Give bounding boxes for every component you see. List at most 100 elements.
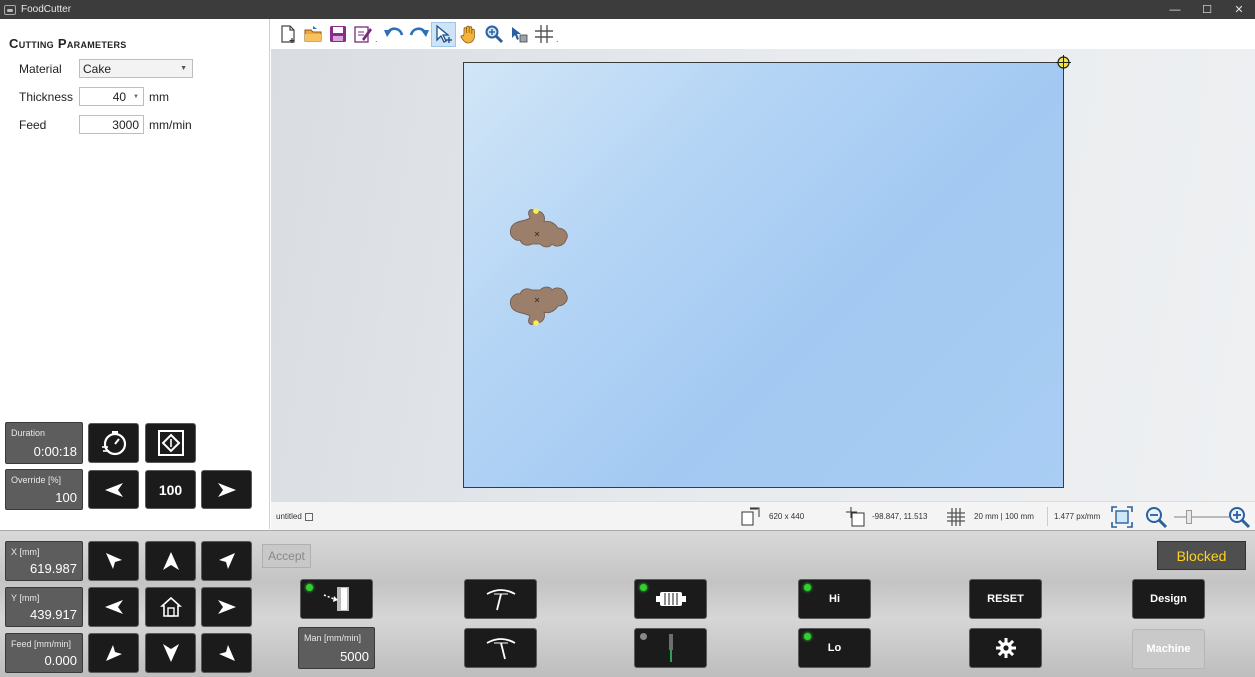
- node-edit-icon[interactable]: [506, 22, 531, 47]
- settings-button[interactable]: [969, 628, 1042, 668]
- material-label: Material: [19, 61, 62, 76]
- document-icon: [304, 512, 313, 521]
- fit-page-icon: [1111, 505, 1133, 528]
- y-label: Y [mm]: [11, 593, 40, 603]
- app-logo-icon: [4, 4, 16, 15]
- thickness-value: 40: [112, 89, 127, 104]
- start-button[interactable]: [145, 423, 196, 463]
- arrow-up-icon: [162, 552, 179, 570]
- feed-input[interactable]: 3000: [79, 115, 144, 134]
- zoom-out-button[interactable]: [1144, 502, 1168, 531]
- cutting-board[interactable]: [463, 62, 1064, 488]
- tool-down-button[interactable]: [464, 628, 537, 668]
- motor-icon: [655, 592, 686, 606]
- jog-down-button[interactable]: [145, 633, 196, 673]
- title-bar: FoodCutter — ☐ ✕: [0, 0, 1255, 19]
- fit-to-page-button[interactable]: [1110, 502, 1134, 531]
- override-reset-button[interactable]: 100: [145, 470, 196, 509]
- design-canvas[interactable]: [271, 49, 1255, 501]
- cursor-position-icon: [846, 506, 865, 526]
- maximize-button[interactable]: ☐: [1191, 0, 1223, 19]
- pan-hand-icon[interactable]: [456, 22, 481, 47]
- minimize-button[interactable]: —: [1159, 0, 1191, 19]
- x-label: X [mm]: [11, 547, 40, 557]
- thickness-input[interactable]: 40 ▼: [79, 87, 144, 106]
- redo-icon[interactable]: [406, 22, 431, 47]
- door-status-led: [306, 584, 313, 591]
- save-icon[interactable]: [325, 22, 350, 47]
- start-diamond-icon: [157, 430, 184, 456]
- duration-label: Duration: [11, 428, 46, 438]
- motor-button[interactable]: [634, 579, 707, 619]
- manual-feed-value: 5000: [340, 649, 369, 664]
- scale-value: 1.477 px/mm: [1054, 512, 1101, 521]
- tool-up-icon: [486, 589, 515, 611]
- jog-up-button[interactable]: [145, 541, 196, 581]
- door-button[interactable]: [300, 579, 373, 619]
- machine-feed-label: Feed [mm/min]: [11, 639, 72, 649]
- simulate-button[interactable]: [88, 423, 139, 463]
- override-readout: Override [%] 100: [5, 469, 83, 510]
- zoom-slider[interactable]: [1174, 502, 1229, 531]
- spindle-blade-icon: [668, 634, 673, 662]
- machine-feed-value: 0.000: [44, 653, 77, 668]
- jog-up-right-button[interactable]: [201, 541, 252, 581]
- new-file-icon[interactable]: [275, 22, 300, 47]
- gear-icon: [995, 638, 1016, 658]
- duration-value: 0:00:18: [33, 444, 77, 459]
- select-pointer-icon[interactable]: [431, 21, 456, 47]
- override-increase-button[interactable]: [201, 470, 252, 509]
- lo-label: Lo: [827, 642, 842, 654]
- door-open-icon: [323, 587, 349, 611]
- cutting-parameters-panel: Cutting Parameters Material Cake ▼ Thick…: [0, 19, 270, 529]
- arrow-right-icon: [217, 482, 236, 497]
- motor-status-led: [640, 584, 647, 591]
- cursor-coordinates: -98.847, 11.513: [872, 512, 928, 521]
- bunny-shapes[interactable]: [506, 208, 576, 328]
- grid-icon[interactable]: [531, 22, 556, 47]
- zoom-magnifier-icon[interactable]: [481, 22, 506, 47]
- material-select[interactable]: Cake ▼: [79, 59, 193, 78]
- arrow-down-icon: [162, 644, 179, 662]
- undo-icon[interactable]: [381, 22, 406, 47]
- grid-status: 20 mm | 100 mm: [946, 502, 1034, 531]
- reset-button[interactable]: RESET: [969, 579, 1042, 619]
- override-label: Override [%]: [11, 475, 62, 485]
- accept-button[interactable]: Accept: [262, 544, 311, 568]
- tool-up-button[interactable]: [464, 579, 537, 619]
- origin-crosshair-icon: [1056, 55, 1071, 70]
- jog-down-right-button[interactable]: [201, 633, 252, 673]
- machine-control-panel: X [mm] 619.987 Y [mm] 439.917 Feed [mm/m…: [0, 530, 1255, 677]
- close-button[interactable]: ✕: [1223, 0, 1255, 19]
- drawing-toolbar: . .: [271, 19, 1255, 49]
- jog-left-button[interactable]: [88, 587, 139, 627]
- design-mode-button[interactable]: Design: [1132, 579, 1205, 619]
- scale-status: 1.477 px/mm: [1054, 502, 1100, 531]
- arrow-right-icon: [217, 600, 236, 614]
- spinner-icon[interactable]: ▼: [133, 94, 139, 100]
- jog-down-left-button[interactable]: [88, 633, 139, 673]
- arrow-left-icon: [104, 600, 123, 614]
- speed-lo-button[interactable]: Lo: [798, 628, 871, 668]
- home-icon: [159, 596, 182, 617]
- jog-right-button[interactable]: [201, 587, 252, 627]
- override-decrease-button[interactable]: [88, 470, 139, 509]
- open-folder-icon[interactable]: [300, 22, 325, 47]
- feed-readout: Feed [mm/min] 0.000: [5, 633, 83, 673]
- machine-mode-button[interactable]: Machine: [1132, 629, 1205, 669]
- hi-label: Hi: [829, 593, 840, 605]
- arrow-left-icon: [104, 482, 123, 497]
- arrow-up-right-icon: [218, 553, 235, 569]
- status-badge: Blocked: [1157, 541, 1246, 570]
- status-bar: untitled 620 x 440 -98.847, 11.513 20 mm…: [271, 501, 1255, 530]
- spindle-button[interactable]: [634, 628, 707, 668]
- zoom-slider-thumb[interactable]: [1186, 509, 1192, 524]
- tool-down-icon: [486, 638, 515, 660]
- jog-home-button[interactable]: [145, 587, 196, 627]
- toolbar-separator: .: [556, 33, 559, 44]
- zoom-in-button[interactable]: [1227, 502, 1251, 531]
- feed-unit: mm/min: [149, 117, 192, 132]
- jog-up-left-button[interactable]: [88, 541, 139, 581]
- speed-hi-button[interactable]: Hi: [798, 579, 871, 619]
- edit-icon[interactable]: [350, 22, 375, 47]
